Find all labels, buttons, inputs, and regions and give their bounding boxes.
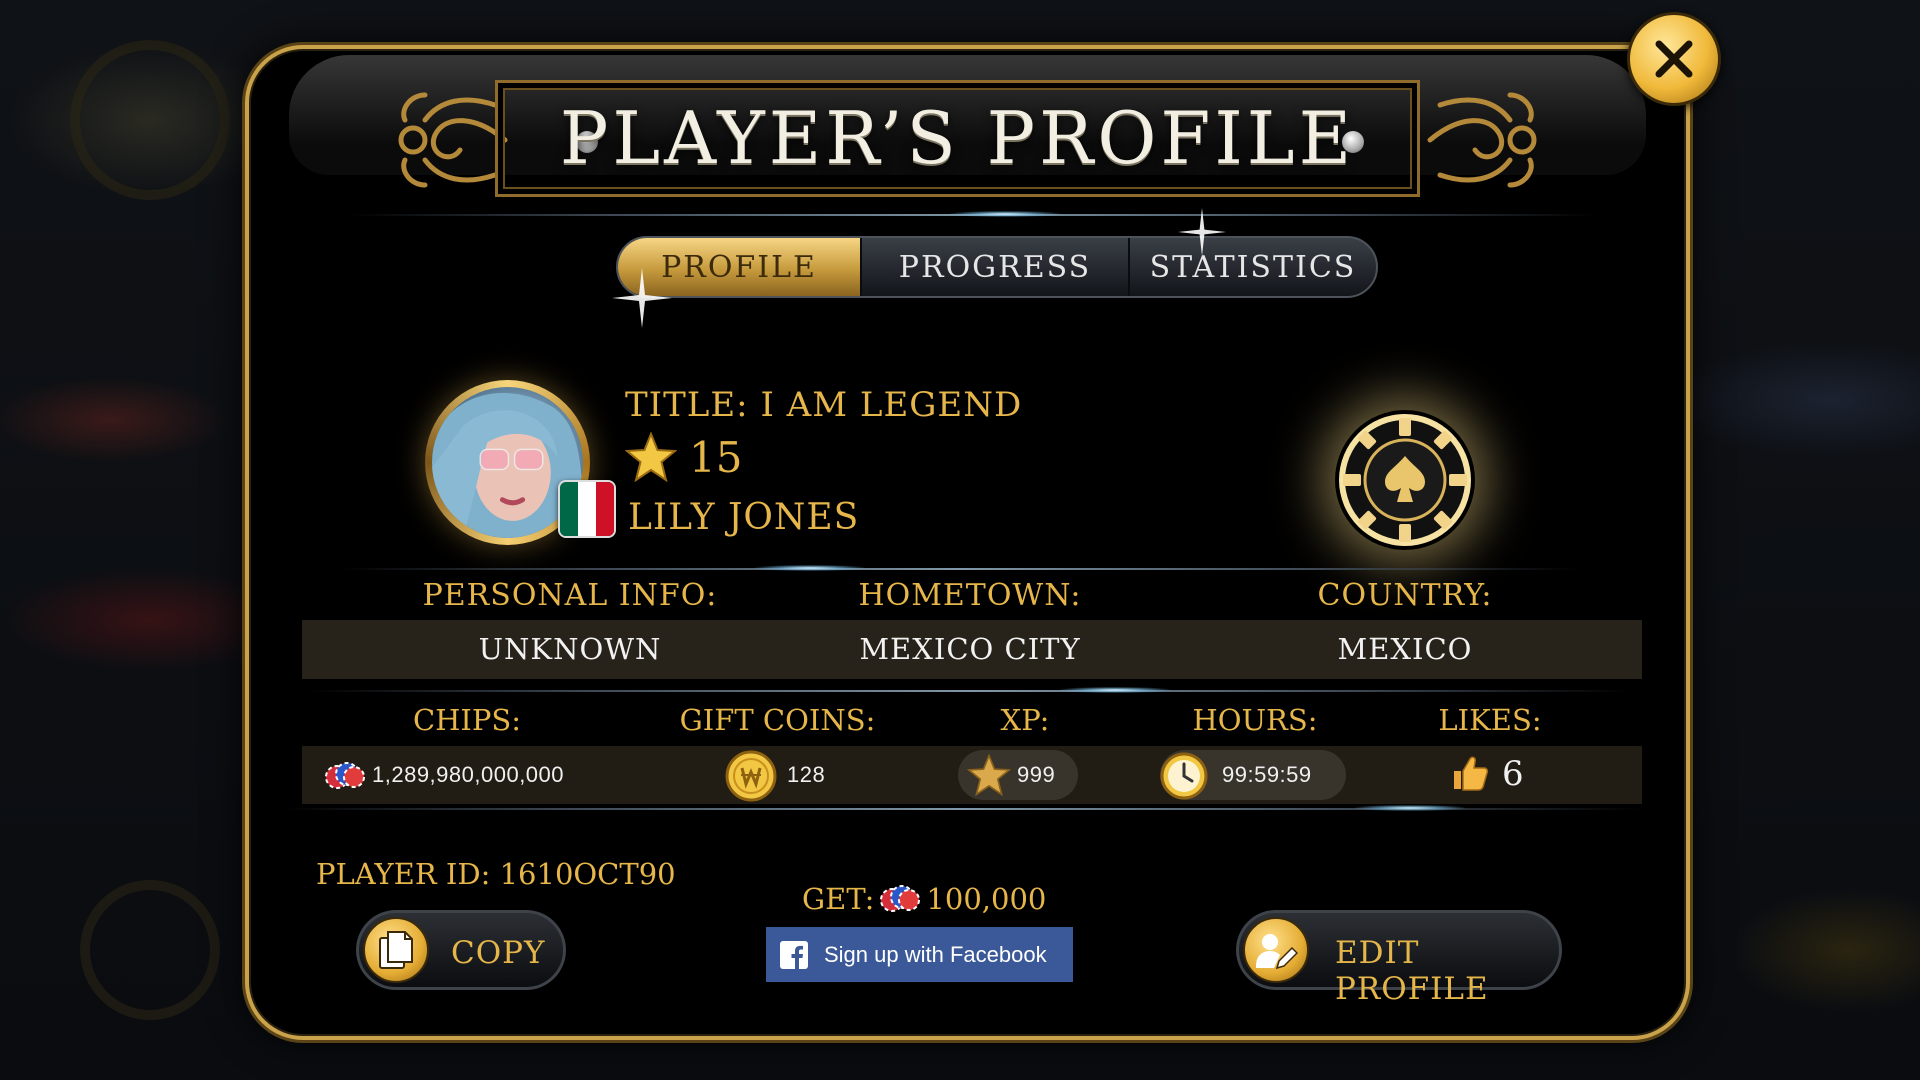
hometown-value: MEXICO CITY	[859, 632, 1081, 666]
background-ring	[80, 880, 220, 1020]
facebook-signup-label: Sign up with Facebook	[824, 941, 1047, 967]
tab-progress-label: PROGRESS	[898, 249, 1092, 285]
copy-icon-circle	[363, 917, 429, 983]
tab-bar: PROFILE PROGRESS STATISTICS	[616, 236, 1378, 298]
thumbs-up-icon	[1454, 756, 1489, 791]
divider	[340, 568, 1580, 570]
sparkle-icon	[1178, 208, 1226, 256]
hours-value: 99:59:59	[1222, 762, 1312, 787]
facebook-reward: GET: 100,000	[802, 882, 1046, 916]
personal-info-value: UNKNOWN	[478, 632, 662, 666]
hours-label: HOURS:	[1192, 703, 1318, 737]
close-icon	[1655, 40, 1693, 78]
divider	[310, 690, 1630, 692]
personal-info-label: PERSONAL INFO:	[422, 578, 718, 613]
divider-glow	[1355, 805, 1465, 811]
likes-label: LIKES:	[1438, 703, 1542, 737]
hometown-label: HOMETOWN:	[858, 578, 1082, 613]
facebook-icon	[780, 940, 808, 969]
gift-coins-label: GIFT COINS:	[679, 703, 876, 737]
xp-value: 999	[1017, 762, 1056, 787]
ornament-right-icon	[1427, 92, 1537, 188]
reward-value: 100,000	[926, 882, 1047, 916]
player-name: LILY JONES	[628, 497, 860, 538]
chips-value: 1,289,980,000,000	[372, 762, 565, 787]
background-ring	[70, 40, 230, 200]
player-level: 15	[625, 432, 742, 482]
tab-progress[interactable]: PROGRESS	[862, 238, 1130, 296]
edit-icon-circle	[1243, 917, 1309, 983]
player-id: PLAYER ID: 1610OCT90	[316, 857, 676, 891]
country-flag-icon	[558, 480, 616, 538]
copy-label: COPY	[451, 935, 546, 971]
copy-icon	[379, 931, 413, 969]
edit-profile-button[interactable]: EDIT PROFILE	[1236, 910, 1562, 1007]
spade-chip-icon	[1339, 414, 1471, 546]
sparkle-icon	[612, 268, 672, 328]
reward-label: GET:	[802, 882, 875, 916]
likes-value: 6	[1502, 754, 1524, 794]
copy-button[interactable]: COPY	[356, 910, 566, 990]
star-icon	[625, 432, 677, 482]
gift-coins-value: 128	[787, 762, 826, 787]
player-level-value: 15	[689, 432, 743, 482]
country-label: COUNTRY:	[1317, 578, 1493, 613]
vip-chip-badge	[1335, 410, 1475, 550]
edit-profile-label: EDIT PROFILE	[1335, 935, 1489, 1007]
chips-icon	[880, 885, 921, 912]
page-title: PLAYER’S PROFILE	[559, 96, 1356, 180]
tab-statistics[interactable]: STATISTICS	[1130, 238, 1376, 296]
divider-glow	[950, 211, 1060, 217]
facebook-signup-button[interactable]: Sign up with Facebook	[766, 927, 1073, 982]
country-value: MEXICO	[1337, 632, 1473, 666]
divider-glow	[1060, 687, 1170, 693]
flag-stripe	[560, 482, 578, 536]
chips-label: CHIPS:	[412, 703, 522, 737]
chips-icon	[325, 762, 365, 789]
edit-profile-icon	[1256, 934, 1298, 970]
tab-profile-label: PROFILE	[661, 249, 817, 285]
close-button[interactable]	[1627, 12, 1721, 106]
xp-label: XP:	[1000, 703, 1050, 737]
clock-icon	[1160, 752, 1208, 800]
xp-star-icon	[967, 754, 1011, 796]
gift-coin-icon	[725, 750, 777, 802]
divider-glow	[755, 565, 865, 571]
flag-stripe	[596, 482, 614, 536]
player-title: TITLE: I AM LEGEND	[625, 385, 1023, 425]
flag-stripe	[578, 482, 596, 536]
